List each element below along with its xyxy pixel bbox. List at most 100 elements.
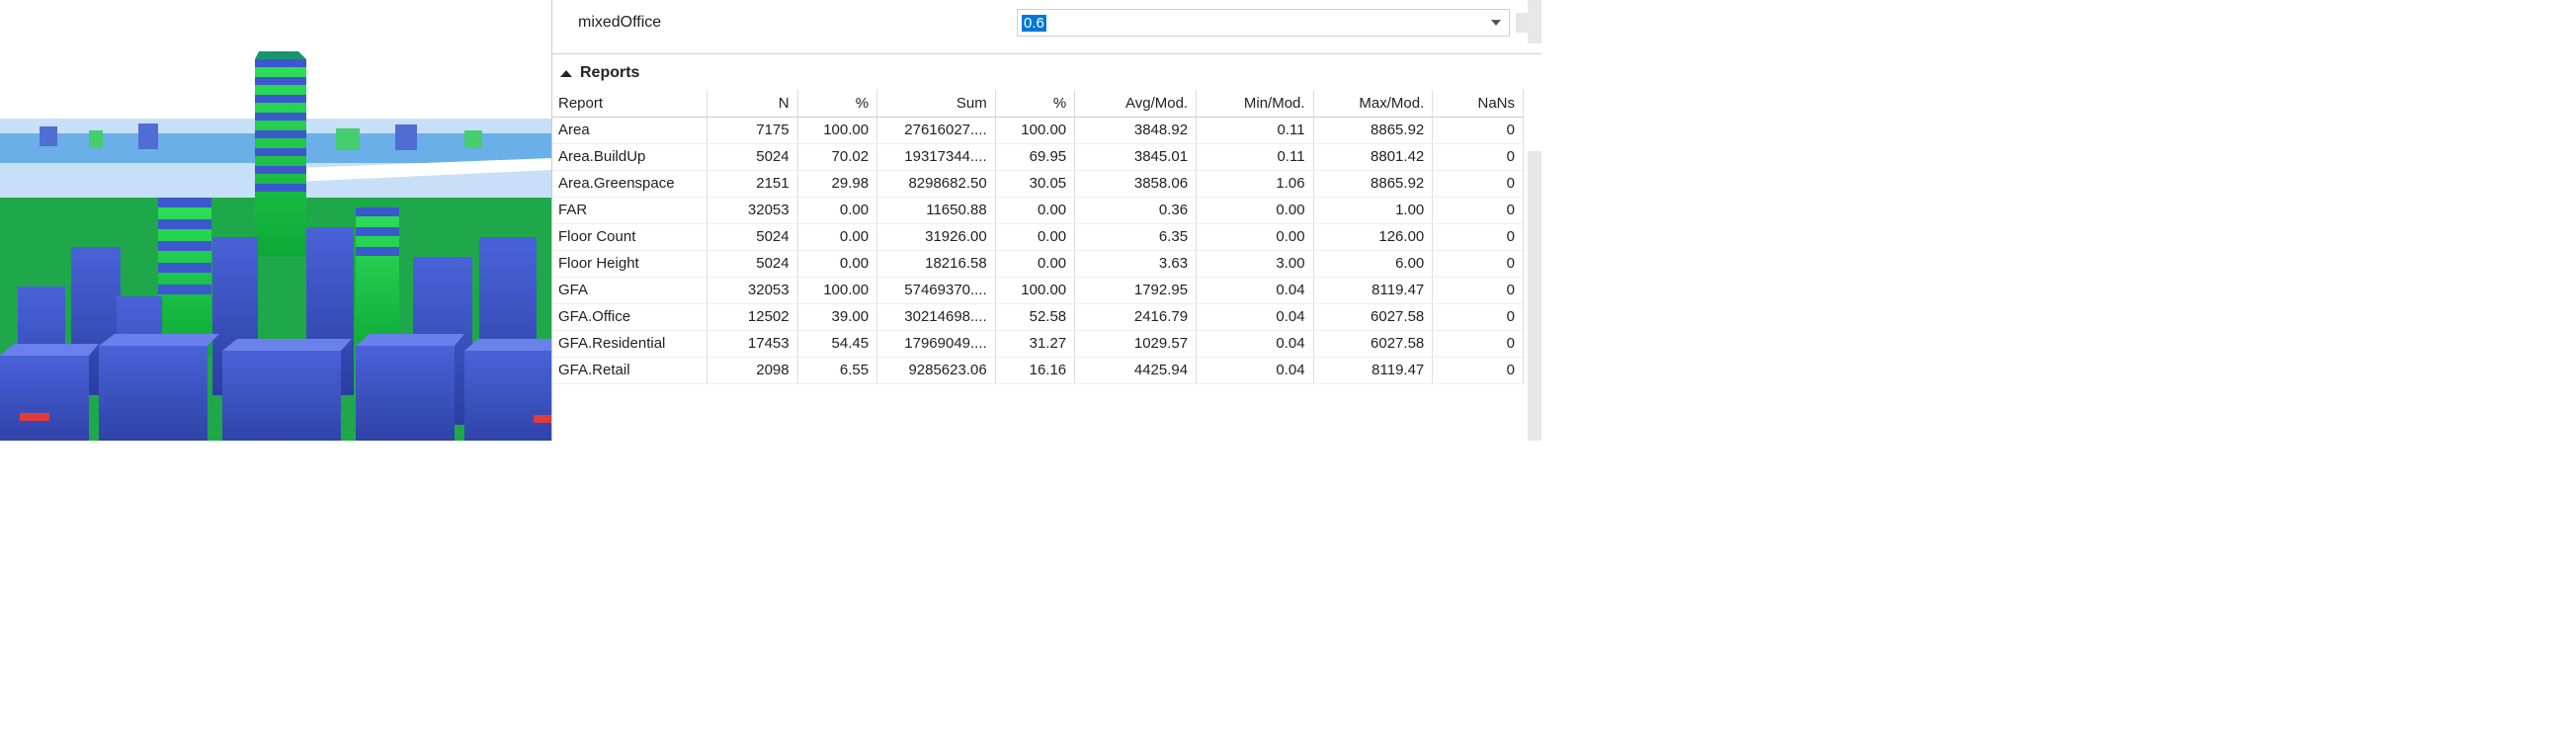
cell: 31.27	[995, 330, 1074, 357]
cell: 32053	[706, 277, 797, 303]
cell: 0.04	[1197, 330, 1313, 357]
cell: 3848.92	[1075, 117, 1197, 143]
cell: 0	[1433, 117, 1524, 143]
col-min[interactable]: Min/Mod.	[1197, 90, 1313, 117]
table-row[interactable]: FAR320530.0011650.880.000.360.001.000	[552, 197, 1524, 223]
col-report[interactable]: Report	[552, 90, 706, 117]
cell: 0.00	[797, 197, 876, 223]
caret-up-icon	[560, 70, 572, 77]
cell: 100.00	[995, 277, 1074, 303]
table-row[interactable]: Area.BuildUp502470.0219317344....69.9538…	[552, 143, 1524, 170]
cell: 19317344....	[877, 143, 996, 170]
city-3d-viewport[interactable]	[0, 0, 551, 441]
cell: 0	[1433, 143, 1524, 170]
property-value: 0.6	[1022, 15, 1046, 32]
cell: 5024	[706, 223, 797, 250]
scrollbar[interactable]	[1528, 151, 1541, 441]
section-title: Reports	[580, 64, 639, 82]
cell: 3.00	[1197, 250, 1313, 277]
cell: GFA.Residential	[552, 330, 706, 357]
cell: Area.BuildUp	[552, 143, 706, 170]
cell: 2416.79	[1075, 303, 1197, 330]
cell: 0.11	[1197, 117, 1313, 143]
reports-table-wrap: Report N % Sum % Avg/Mod. Min/Mod. Max/M…	[552, 90, 1541, 441]
cell: 69.95	[995, 143, 1074, 170]
cell: 0	[1433, 170, 1524, 197]
col-pct2[interactable]: %	[995, 90, 1074, 117]
col-nans[interactable]: NaNs	[1433, 90, 1524, 117]
reports-table: Report N % Sum % Avg/Mod. Min/Mod. Max/M…	[552, 90, 1524, 384]
table-row[interactable]: Area.Greenspace215129.988298682.5030.053…	[552, 170, 1524, 197]
table-row[interactable]: Floor Count50240.0031926.000.006.350.001…	[552, 223, 1524, 250]
cell: 5024	[706, 143, 797, 170]
cell: 0	[1433, 197, 1524, 223]
table-row[interactable]: GFA.Residential1745354.4517969049....31.…	[552, 330, 1524, 357]
cell: 70.02	[797, 143, 876, 170]
cell: 0	[1433, 357, 1524, 383]
cell: 17453	[706, 330, 797, 357]
cell: GFA.Office	[552, 303, 706, 330]
cell: 5024	[706, 250, 797, 277]
cell: 2098	[706, 357, 797, 383]
cell: 0	[1433, 250, 1524, 277]
cell: Floor Count	[552, 223, 706, 250]
cell: 100.00	[797, 117, 876, 143]
col-max[interactable]: Max/Mod.	[1313, 90, 1433, 117]
cell: 32053	[706, 197, 797, 223]
table-row[interactable]: Floor Height50240.0018216.580.003.633.00…	[552, 250, 1524, 277]
table-row[interactable]: GFA32053100.0057469370....100.001792.950…	[552, 277, 1524, 303]
col-avg[interactable]: Avg/Mod.	[1075, 90, 1197, 117]
cell: 0.04	[1197, 357, 1313, 383]
cell: 6.00	[1313, 250, 1433, 277]
cell: 54.45	[797, 330, 876, 357]
col-sum[interactable]: Sum	[877, 90, 996, 117]
cell: 18216.58	[877, 250, 996, 277]
cell: GFA.Retail	[552, 357, 706, 383]
cell: 1.00	[1313, 197, 1433, 223]
cell: 2151	[706, 170, 797, 197]
cell: 4425.94	[1075, 357, 1197, 383]
cell: 1.06	[1197, 170, 1313, 197]
cell: 0.00	[1197, 223, 1313, 250]
cell: 1029.57	[1075, 330, 1197, 357]
cell: 16.16	[995, 357, 1074, 383]
cell: Floor Height	[552, 250, 706, 277]
cell: 0.00	[797, 223, 876, 250]
cell: 8865.92	[1313, 117, 1433, 143]
reports-section-header[interactable]: Reports	[552, 54, 1541, 90]
cell: 8298682.50	[877, 170, 996, 197]
cell: 52.58	[995, 303, 1074, 330]
cell: 126.00	[1313, 223, 1433, 250]
cell: 3858.06	[1075, 170, 1197, 197]
cell: 6027.58	[1313, 303, 1433, 330]
cell: 6.35	[1075, 223, 1197, 250]
cell: 17969049....	[877, 330, 996, 357]
cell: 8801.42	[1313, 143, 1433, 170]
cell: 6.55	[797, 357, 876, 383]
table-row[interactable]: Area7175100.0027616027....100.003848.920…	[552, 117, 1524, 143]
property-dropdown[interactable]: 0.6	[1017, 9, 1510, 37]
cell: 0	[1433, 330, 1524, 357]
cell: 30214698....	[877, 303, 996, 330]
col-n[interactable]: N	[706, 90, 797, 117]
cell: 0.00	[1197, 197, 1313, 223]
cell: 31926.00	[877, 223, 996, 250]
cell: 0.00	[797, 250, 876, 277]
cell: 3845.01	[1075, 143, 1197, 170]
col-pct1[interactable]: %	[797, 90, 876, 117]
cell: 0.00	[995, 197, 1074, 223]
cell: 6027.58	[1313, 330, 1433, 357]
cell: 0.00	[995, 250, 1074, 277]
cell: Area	[552, 117, 706, 143]
cell: 30.05	[995, 170, 1074, 197]
cell: 100.00	[797, 277, 876, 303]
table-row[interactable]: GFA.Office1250239.0030214698....52.58241…	[552, 303, 1524, 330]
cell: 8119.47	[1313, 277, 1433, 303]
cell: FAR	[552, 197, 706, 223]
scrollbar[interactable]	[1528, 0, 1541, 43]
cell: 0.36	[1075, 197, 1197, 223]
cell: 0	[1433, 303, 1524, 330]
cell: 8865.92	[1313, 170, 1433, 197]
cell: 29.98	[797, 170, 876, 197]
table-row[interactable]: GFA.Retail20986.559285623.0616.164425.94…	[552, 357, 1524, 383]
